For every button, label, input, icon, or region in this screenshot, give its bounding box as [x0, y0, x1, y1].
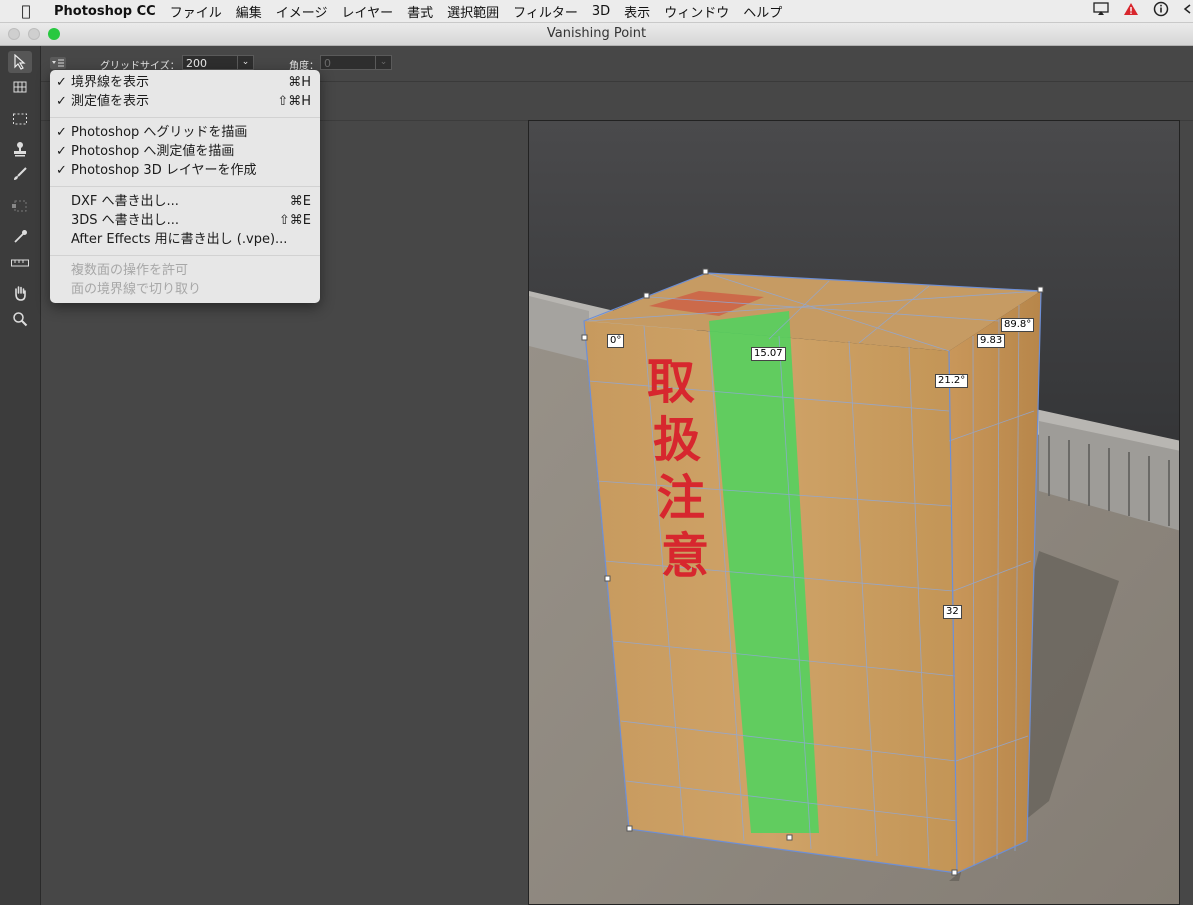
apple-icon[interactable]:  — [17, 2, 35, 20]
checkmark-icon: ✓ — [56, 144, 67, 159]
chevron-down-icon[interactable]: ⌄ — [237, 56, 253, 69]
zoom-tool[interactable] — [8, 308, 32, 330]
overflow-icon[interactable] — [1183, 2, 1191, 20]
menu-type[interactable]: 書式 — [407, 2, 433, 21]
menu-separator — [50, 255, 320, 256]
menu-item-show-measurements[interactable]: ✓ 測定値を表示 ⇧⌘H — [50, 92, 320, 111]
brush-tool[interactable] — [8, 163, 32, 185]
box-label: 取 扱 注 意 — [647, 353, 709, 585]
menu-item-show-edges[interactable]: ✓ 境界線を表示 ⌘H — [50, 73, 320, 92]
menu-help[interactable]: ヘルプ — [743, 2, 782, 21]
measure-tool[interactable] — [8, 252, 32, 274]
grid-size-field[interactable]: 200 ⌄ — [182, 55, 254, 70]
tool-bar — [0, 46, 41, 905]
menu-item-export-vpe[interactable]: After Effects 用に書き出し (.vpe)... — [50, 230, 320, 249]
menu-item-export-3ds[interactable]: 3DS へ書き出し... ⇧⌘E — [50, 211, 320, 230]
menu-item-label: 面の境界線で切り取り — [71, 282, 202, 297]
menu-window[interactable]: ウィンドウ — [664, 2, 729, 21]
measurement-label: 15.07 — [751, 347, 786, 361]
window-title: Vanishing Point — [546, 26, 647, 41]
airplay-icon[interactable] — [1093, 2, 1109, 20]
menu-item-label: 測定値を表示 — [71, 94, 150, 109]
measurement-label: 0° — [607, 334, 625, 348]
menu-item-label: Photoshop 3D レイヤーを作成 — [71, 163, 257, 178]
menu-item-label: 複数面の操作を許可 — [71, 263, 189, 278]
menu-item-shortcut: ⇧⌘E — [278, 213, 311, 228]
hand-tool[interactable] — [8, 282, 32, 304]
checkmark-icon: ✓ — [56, 75, 67, 90]
box-label-char: 意 — [661, 528, 710, 584]
menu-item-create-3d-layer[interactable]: ✓ Photoshop 3D レイヤーを作成 — [50, 161, 320, 180]
menu-item-render-measurements[interactable]: ✓ Photoshop へ測定値を描画 — [50, 142, 320, 161]
menu-item-shortcut: ⌘E — [289, 194, 311, 209]
measurement-label: 32 — [943, 605, 962, 619]
canvas-image[interactable]: 取 扱 注 意 0° 15.07 9.83 89.8° 21.2° 32 — [528, 120, 1180, 905]
settings-menu-button[interactable] — [50, 57, 66, 69]
measurement-label: 89.8° — [1001, 318, 1035, 332]
menu-item-label: 境界線を表示 — [71, 75, 150, 90]
menu-filter[interactable]: フィルター — [513, 2, 578, 21]
info-icon[interactable] — [1153, 1, 1169, 21]
box-label-char: 取 — [647, 354, 696, 410]
menu-item-shortcut: ⇧⌘H — [277, 94, 311, 109]
box-label-char: 注 — [657, 470, 706, 526]
checkmark-icon: ✓ — [56, 163, 67, 178]
menu-item-label: 3DS へ書き出し... — [71, 213, 180, 228]
menu-item-label: Photoshop へ測定値を描画 — [71, 144, 235, 159]
chevron-down-icon[interactable]: ⌄ — [375, 56, 391, 69]
menu-item-shortcut: ⌘H — [288, 75, 311, 90]
menu-select[interactable]: 選択範囲 — [447, 2, 499, 21]
angle-value: 0 — [324, 57, 331, 70]
menu-icon — [52, 59, 64, 67]
menu-item-render-grids[interactable]: ✓ Photoshop へグリッドを描画 — [50, 123, 320, 142]
measurement-label: 9.83 — [977, 334, 1006, 348]
checkmark-icon: ✓ — [56, 125, 67, 140]
menu-file[interactable]: ファイル — [170, 2, 222, 21]
checkmark-icon: ✓ — [56, 94, 67, 109]
edit-plane-tool[interactable] — [8, 51, 32, 73]
menu-image[interactable]: イメージ — [276, 2, 328, 21]
menu-separator — [50, 117, 320, 118]
angle-field[interactable]: 0 ⌄ — [320, 55, 392, 70]
menu-edit[interactable]: 編集 — [236, 2, 262, 21]
menu-item-export-dxf[interactable]: DXF へ書き出し... ⌘E — [50, 192, 320, 211]
menu-item-allow-multiple-planes: 複数面の操作を許可 — [50, 261, 320, 280]
box-label-char: 扱 — [653, 412, 702, 468]
menu-item-label: After Effects 用に書き出し (.vpe)... — [71, 232, 288, 247]
menu-separator — [50, 186, 320, 187]
app-menu[interactable]: Photoshop CC — [54, 4, 156, 19]
warning-icon[interactable] — [1123, 2, 1139, 20]
transform-tool[interactable] — [8, 195, 32, 217]
measurement-label: 21.2° — [935, 374, 969, 388]
box-photo — [529, 121, 1179, 904]
stamp-tool[interactable] — [8, 138, 32, 160]
marquee-tool[interactable] — [8, 108, 32, 130]
window-title-bar: Vanishing Point — [0, 23, 1193, 46]
menu-3d[interactable]: 3D — [592, 4, 610, 19]
settings-dropdown-menu: ✓ 境界線を表示 ⌘H ✓ 測定値を表示 ⇧⌘H ✓ Photoshop へグリ… — [50, 70, 320, 303]
menu-item-label: DXF へ書き出し... — [71, 194, 179, 209]
menu-layer[interactable]: レイヤー — [341, 2, 393, 21]
menu-item-clip-to-edges: 面の境界線で切り取り — [50, 280, 320, 299]
menu-bar:  Photoshop CC ファイル 編集 イメージ レイヤー 書式 選択範囲… — [0, 0, 1193, 23]
menu-item-label: Photoshop へグリッドを描画 — [71, 125, 248, 140]
create-plane-tool[interactable] — [8, 76, 32, 98]
menu-view[interactable]: 表示 — [624, 2, 650, 21]
eyedropper-tool[interactable] — [8, 226, 32, 248]
grid-size-value: 200 — [186, 57, 207, 70]
